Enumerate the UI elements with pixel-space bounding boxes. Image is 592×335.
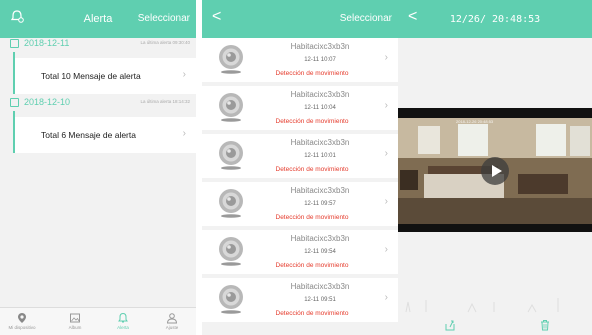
video-action-bar <box>398 315 592 335</box>
camera-icon <box>216 188 246 218</box>
tab-label: Mi dispositivo <box>8 325 36 330</box>
chevron-right-icon: › <box>384 196 388 207</box>
alert-list-item[interactable]: Habitacixc3xb3n 12-11 09:57 Detección de… <box>202 182 398 226</box>
alert-screen: Alerta Seleccionar 2018-12-11 La última … <box>0 0 196 335</box>
alert-list: Habitacixc3xb3n 12-11 10:07 Detección de… <box>202 38 398 335</box>
chevron-right-icon: › <box>182 128 186 139</box>
video-player[interactable]: 2018-12-26 20:48:53 <box>398 108 592 232</box>
date-header: 2018-12-10 La última alerta 18:14:32 <box>0 97 196 111</box>
camera-name: Habitacixc3xb3n <box>290 42 350 51</box>
tab-label: Alerta <box>117 325 129 330</box>
tab-label: Album <box>68 325 82 330</box>
alert-summary-text: Total 6 Mensaje de alerta <box>41 130 136 140</box>
date-group: 2018-12-10 La última alerta 18:14:32 Tot… <box>0 97 196 153</box>
alert-list-topbar: < Seleccionar <box>202 0 398 38</box>
date-group: 2018-12-11 La última alerta 09:30:40 Tot… <box>0 38 196 94</box>
date-label: 2018-12-10 <box>24 97 71 107</box>
location-pin-icon <box>7 311 37 323</box>
event-type: Detección de movimiento <box>275 166 349 173</box>
camera-icon <box>216 140 246 170</box>
tab-bar: Mi dispositivo Album Alerta Ajuste <box>0 307 196 335</box>
event-type: Detección de movimiento <box>275 262 349 269</box>
camera-icon <box>216 284 246 314</box>
calendar-icon <box>10 98 19 107</box>
select-button[interactable]: Seleccionar <box>138 13 190 24</box>
alert-list-screen: < Seleccionar Habitacixc3xb3n 12-11 10:0… <box>202 0 398 335</box>
chevron-right-icon: › <box>384 148 388 159</box>
event-type: Detección de movimiento <box>275 310 349 317</box>
chevron-right-icon: › <box>384 244 388 255</box>
camera-icon <box>216 92 246 122</box>
camera-icon <box>216 44 246 74</box>
tab-my-device[interactable]: Mi dispositivo <box>7 311 37 330</box>
alert-list-item[interactable]: Habitacixc3xb3n 12-11 09:54 Detección de… <box>202 230 398 274</box>
alert-time: 12-11 10:01 <box>304 153 336 159</box>
page-title: 12/26/ 20:48:53 <box>449 14 541 25</box>
alert-list-item[interactable]: Habitacixc3xb3n 12-11 10:04 Detección de… <box>202 86 398 130</box>
alert-timeline: 2018-12-11 La última alerta 09:30:40 Tot… <box>0 38 196 307</box>
tab-album[interactable]: Album <box>60 311 90 330</box>
alert-list-item[interactable]: Habitacixc3xb3n 12-11 10:01 Detección de… <box>202 134 398 178</box>
tab-label: Ajuste <box>165 325 179 330</box>
event-type: Detección de movimiento <box>275 214 349 221</box>
camera-name: Habitacixc3xb3n <box>290 138 350 147</box>
camera-icon <box>216 236 246 266</box>
event-type: Detección de movimiento <box>275 70 349 77</box>
alert-time: 12-11 09:57 <box>304 201 336 207</box>
date-header: 2018-12-11 La última alerta 09:30:40 <box>0 38 196 52</box>
last-alert-label: La última alerta 18:14:32 <box>140 99 190 104</box>
alert-time: 12-11 10:07 <box>304 57 336 63</box>
alert-time: 12-11 09:54 <box>304 249 336 255</box>
video-topbar: < 12/26/ 20:48:53 <box>398 0 592 38</box>
alert-summary-text: Total 10 Mensaje de alerta <box>41 71 141 81</box>
camera-name: Habitacixc3xb3n <box>290 186 350 195</box>
last-alert-label: La última alerta 09:30:40 <box>140 40 190 45</box>
video-playback-screen: < 12/26/ 20:48:53 2018-12-26 20:48:53 <box>398 0 592 335</box>
back-button[interactable]: < <box>212 9 221 25</box>
alert-time: 12-11 09:51 <box>304 297 336 303</box>
camera-name: Habitacixc3xb3n <box>290 234 350 243</box>
alert-list-item[interactable]: Habitacixc3xb3n 12-11 09:51 Detección de… <box>202 278 398 322</box>
bell-icon <box>108 311 138 323</box>
faded-background-decoration <box>405 298 559 313</box>
video-timestamp: 2018-12-26 20:48:53 <box>456 119 494 124</box>
tab-alert[interactable]: Alerta <box>108 311 138 330</box>
share-icon[interactable] <box>444 318 456 335</box>
album-icon <box>60 311 90 323</box>
chevron-right-icon: › <box>384 100 388 111</box>
play-button[interactable] <box>480 156 510 191</box>
person-icon <box>157 311 187 324</box>
alert-time: 12-11 10:04 <box>304 105 336 111</box>
trash-icon[interactable] <box>539 318 551 335</box>
chevron-right-icon: › <box>182 69 186 80</box>
event-type: Detección de movimiento <box>275 118 349 125</box>
alert-list-item[interactable]: Habitacixc3xb3n 12-11 10:07 Detección de… <box>202 38 398 82</box>
camera-name: Habitacixc3xb3n <box>290 90 350 99</box>
tab-settings[interactable]: Ajuste <box>157 311 187 330</box>
alert-summary-row[interactable]: Total 6 Mensaje de alerta › <box>13 117 196 153</box>
alert-topbar: Alerta Seleccionar <box>0 0 196 38</box>
date-label: 2018-12-11 <box>24 38 70 48</box>
calendar-icon <box>10 39 19 48</box>
chevron-right-icon: › <box>384 52 388 63</box>
chevron-right-icon: › <box>384 292 388 303</box>
select-button[interactable]: Seleccionar <box>340 13 392 24</box>
alert-summary-row[interactable]: Total 10 Mensaje de alerta › <box>13 58 196 94</box>
camera-name: Habitacixc3xb3n <box>290 282 350 291</box>
